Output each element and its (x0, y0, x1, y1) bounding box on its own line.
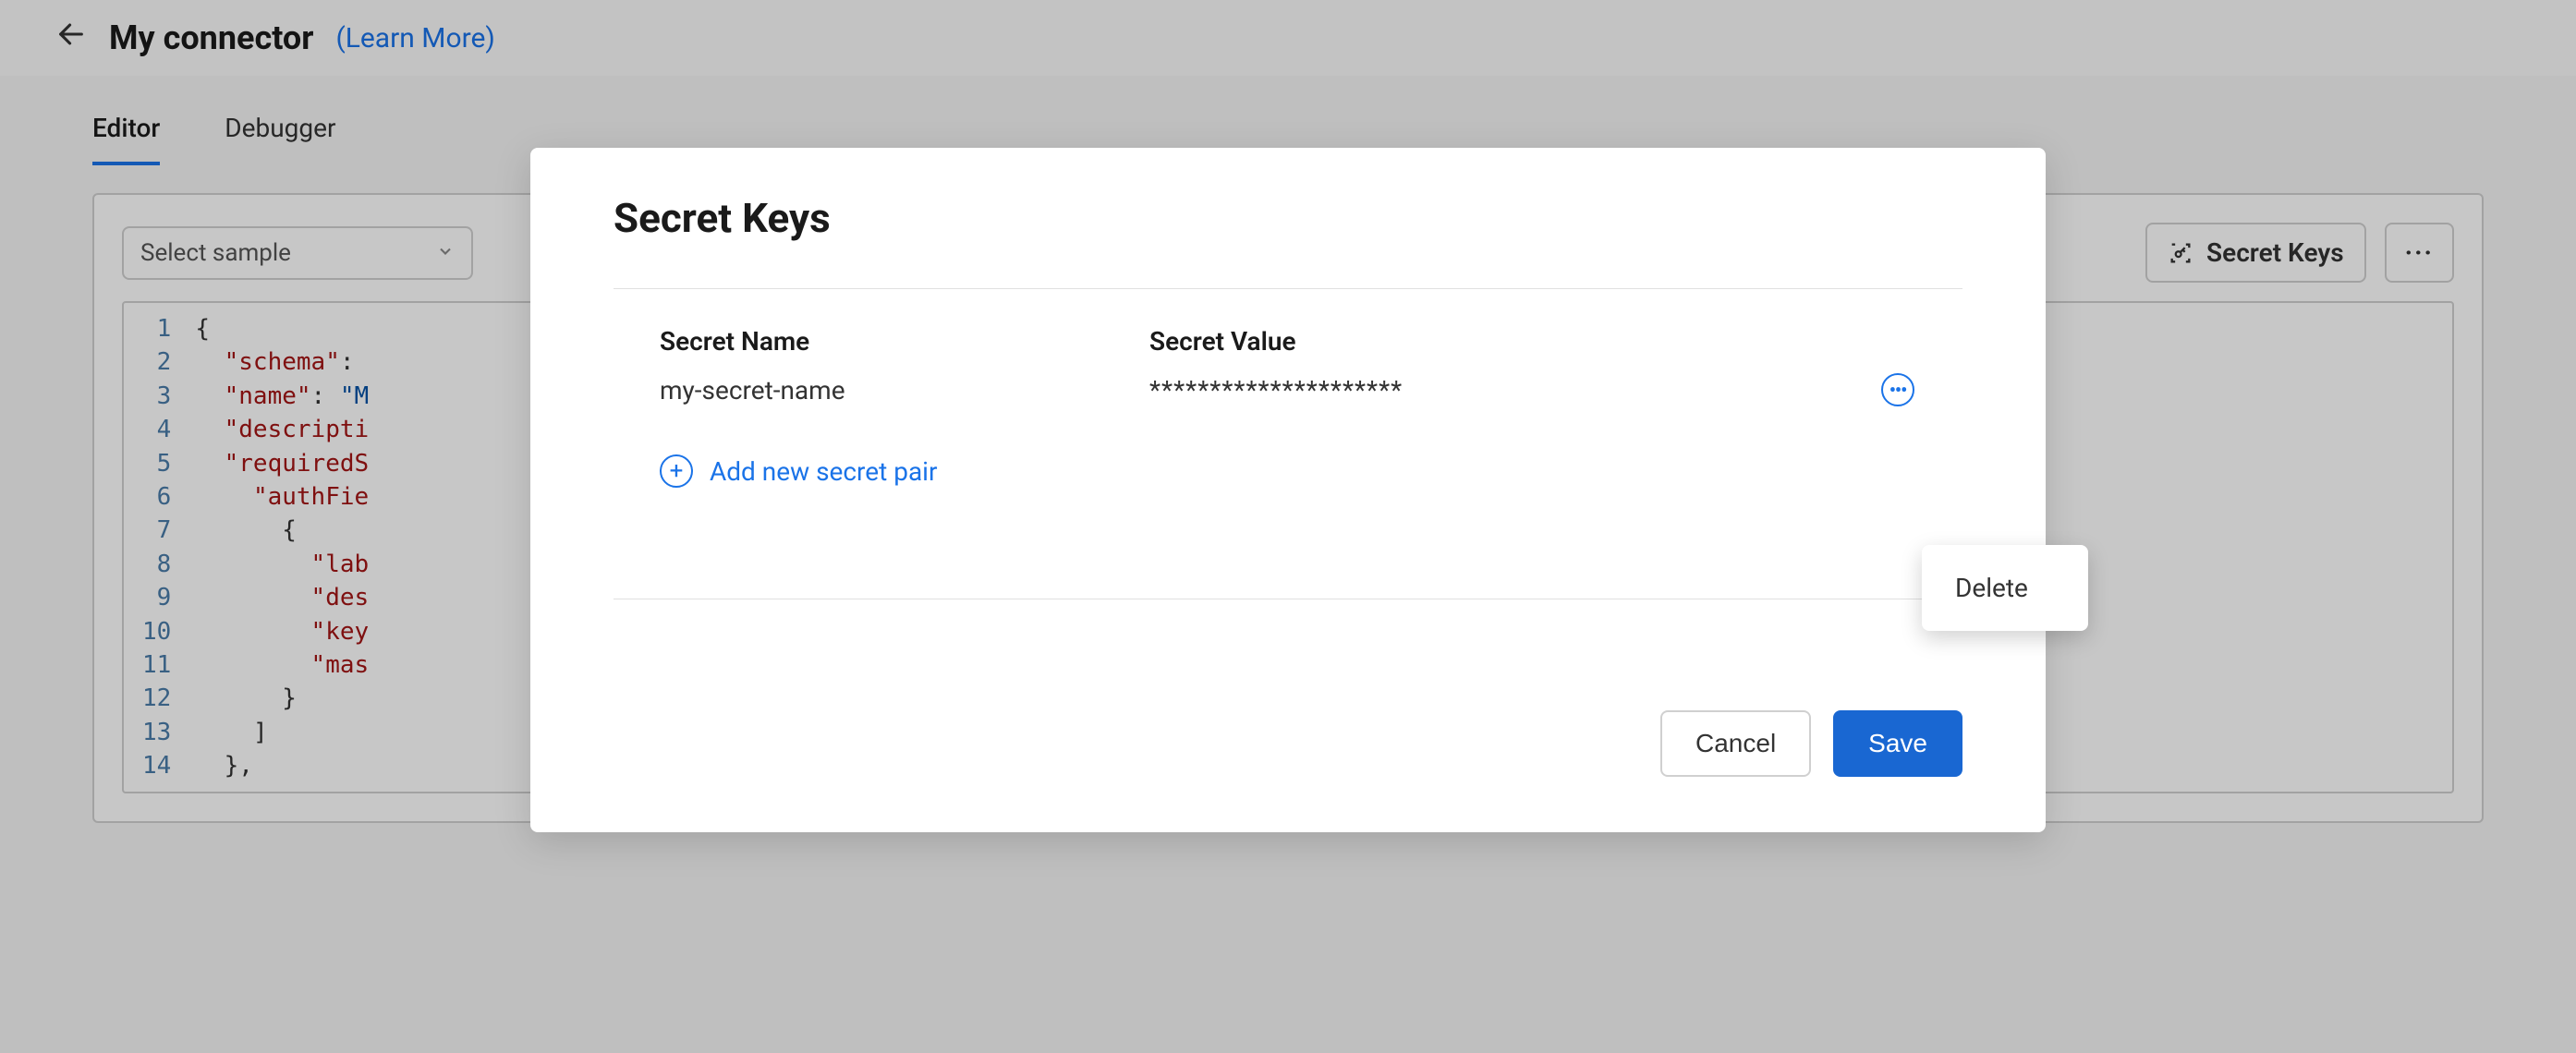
save-button[interactable]: Save (1833, 710, 1962, 777)
add-secret-pair-label: Add new secret pair (710, 456, 937, 487)
modal-footer: Cancel Save (614, 599, 1962, 777)
col-secret-name: Secret Name (660, 326, 1149, 357)
modal-title: Secret Keys (614, 194, 1962, 242)
more-circle-icon: ••• (1881, 373, 1914, 406)
cancel-button[interactable]: Cancel (1660, 710, 1811, 777)
row-dropdown-menu: Delete (1922, 545, 2088, 631)
delete-menu-item[interactable]: Delete (1922, 556, 2088, 620)
divider (614, 288, 1962, 289)
secret-keys-modal: Secret Keys Secret Name Secret Value my-… (530, 148, 2046, 832)
secrets-header: Secret Name Secret Value (660, 326, 1916, 357)
row-more-button[interactable]: ••• (1879, 371, 1916, 408)
plus-icon: + (660, 454, 693, 488)
add-secret-pair-button[interactable]: + Add new secret pair (614, 454, 1962, 488)
secrets-table: Secret Name Secret Value my-secret-name … (614, 326, 1962, 408)
secret-name-value: my-secret-name (660, 375, 1149, 405)
col-secret-value: Secret Value (1149, 326, 1916, 357)
secret-row: my-secret-name ********************* ••• (660, 371, 1916, 408)
secret-value-masked: ********************* (1149, 375, 1879, 405)
